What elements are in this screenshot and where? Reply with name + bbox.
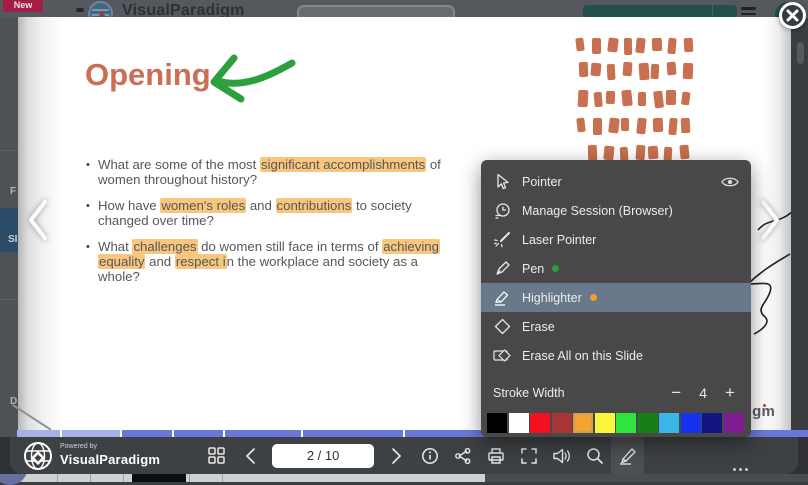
pointer-icon — [493, 173, 511, 191]
menu-item-label: Laser Pointer — [522, 233, 596, 247]
sidebar-item-slides-active[interactable]: SI — [0, 208, 18, 252]
draw-tools-menu: Pointer Manage Session (Browser) Laser P… — [481, 160, 751, 437]
presentation-toolbar: Powered by VisualParadigm 2 / 10 — [10, 437, 798, 474]
progress-segment[interactable] — [225, 430, 301, 437]
erase-all-icon — [493, 347, 511, 365]
menu-item-pen[interactable]: Pen — [481, 254, 751, 283]
color-swatch[interactable] — [702, 413, 722, 433]
grid-overview-button[interactable] — [200, 437, 233, 474]
previous-slide-arrow[interactable] — [24, 198, 50, 242]
color-swatch[interactable] — [638, 413, 658, 433]
color-swatch[interactable] — [552, 413, 572, 433]
menu-item-manage-session[interactable]: Manage Session (Browser) — [481, 196, 751, 225]
menu-item-highlighter[interactable]: Highlighter — [481, 283, 751, 312]
stroke-decrease-button[interactable]: − — [667, 384, 685, 402]
color-swatch[interactable] — [724, 413, 744, 433]
pen-color-dot — [552, 265, 559, 272]
highlighted-text: women's roles — [160, 198, 246, 213]
highlighted-text: challenges — [132, 239, 197, 254]
next-page-button[interactable] — [380, 437, 413, 474]
color-swatch[interactable] — [573, 413, 593, 433]
progress-segment[interactable] — [174, 430, 223, 437]
plain-text: do women still face in terms of — [198, 239, 383, 254]
background-page-bottom — [0, 474, 808, 482]
vp-globe-icon — [22, 440, 54, 472]
plain-text: How have — [98, 198, 160, 213]
menu-item-erase-all[interactable]: Erase All on this Slide — [481, 341, 751, 370]
next-slide-arrow[interactable] — [758, 198, 784, 242]
toolbar-brand: VisualParadigm — [60, 452, 160, 467]
stroke-width-value: 4 — [699, 385, 707, 401]
color-swatch[interactable] — [487, 413, 507, 433]
orange-dash-doodle — [568, 32, 718, 174]
bullet-list: What are some of the most significant ac… — [86, 157, 444, 295]
green-arrow-doodle — [196, 53, 301, 105]
menu-item-label: Pen — [522, 262, 544, 276]
page-indicator[interactable]: 2 / 10 — [272, 444, 374, 468]
menu-item-erase[interactable]: Erase — [481, 312, 751, 341]
bullet-item: What are some of the most significant ac… — [86, 157, 444, 187]
color-swatch[interactable] — [595, 413, 615, 433]
color-swatch[interactable] — [659, 413, 679, 433]
menu-item-pointer[interactable]: Pointer — [481, 167, 751, 196]
highlighted-text: respect i — [175, 254, 227, 269]
pen-icon — [493, 260, 511, 278]
share-button[interactable] — [446, 437, 479, 474]
plain-text: and — [145, 254, 174, 269]
slide-title: Opening — [85, 57, 211, 93]
plain-text: and — [246, 198, 275, 213]
progress-segment[interactable] — [303, 430, 403, 437]
plain-text: What are some of the most — [98, 157, 260, 172]
print-button[interactable] — [479, 437, 512, 474]
color-swatch[interactable] — [530, 413, 550, 433]
erase-icon — [493, 318, 511, 336]
session-clock-icon — [493, 202, 511, 220]
prev-page-button[interactable] — [233, 437, 266, 474]
more-options-dots[interactable] — [733, 468, 748, 471]
eye-icon[interactable] — [721, 176, 739, 188]
highlighted-text: contributions — [276, 198, 353, 213]
bullet-item: What challenges do women still face in t… — [86, 239, 444, 284]
stroke-width-label: Stroke Width — [493, 386, 565, 400]
plain-text: What — [98, 239, 132, 254]
color-swatch[interactable] — [681, 413, 701, 433]
powered-by-logo: Powered by VisualParadigm — [22, 440, 160, 472]
color-palette — [481, 410, 751, 433]
new-badge: New — [3, 0, 43, 12]
progress-segment[interactable] — [122, 430, 172, 437]
laser-pointer-icon — [493, 231, 511, 249]
highlighted-text: significant accomplishments — [260, 157, 426, 172]
close-button[interactable] — [779, 2, 806, 29]
stroke-width-row: Stroke Width − 4 + — [481, 376, 751, 410]
stroke-increase-button[interactable]: + — [721, 384, 739, 402]
scrollbar-thumb[interactable] — [797, 42, 804, 64]
background-page-header: New VisualParadigm — [0, 0, 808, 18]
color-swatch[interactable] — [616, 413, 636, 433]
progress-segment[interactable] — [17, 430, 60, 437]
bullet-item: How have women's roles and contributions… — [86, 198, 444, 228]
menu-item-laser-pointer[interactable]: Laser Pointer — [481, 225, 751, 254]
menu-item-label: Erase — [522, 320, 555, 334]
info-button[interactable] — [413, 437, 446, 474]
sidebar-item-f[interactable]: F — [10, 186, 16, 197]
progress-segment[interactable] — [62, 430, 120, 437]
highlighter-icon — [493, 289, 511, 307]
draw-tools-button[interactable] — [611, 437, 644, 474]
color-swatch[interactable] — [509, 413, 529, 433]
fullscreen-button[interactable] — [512, 437, 545, 474]
menu-item-label: Erase All on this Slide — [522, 349, 643, 363]
volume-button[interactable] — [545, 437, 578, 474]
menu-item-label: Pointer — [522, 175, 562, 189]
powered-by-label: Powered by — [60, 443, 160, 450]
menu-item-label: Highlighter — [522, 291, 582, 305]
watermark-i-dot — [763, 404, 766, 407]
highlighter-color-dot — [590, 294, 597, 301]
menu-item-label: Manage Session (Browser) — [522, 204, 673, 218]
zoom-search-button[interactable] — [578, 437, 611, 474]
